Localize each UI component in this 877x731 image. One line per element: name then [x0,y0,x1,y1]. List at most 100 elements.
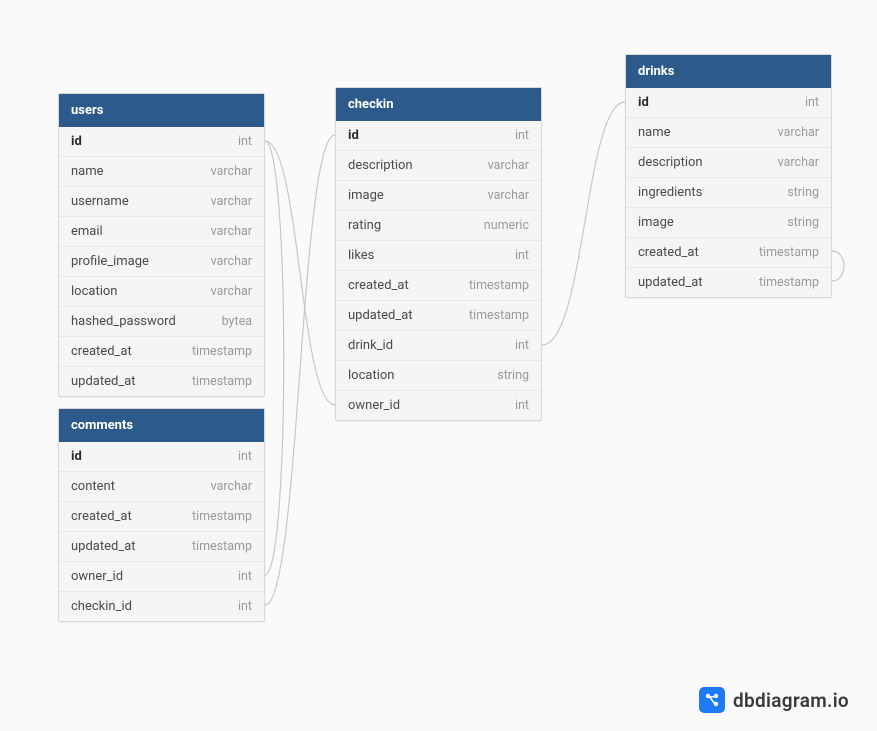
column-type: int [238,449,252,464]
column-type: varchar [211,479,252,494]
table-row[interactable]: updated_attimestamp [626,267,831,297]
column-name: updated_at [71,374,136,389]
column-type: varchar [211,254,252,269]
column-type: varchar [778,155,819,170]
column-type: bytea [222,314,252,329]
table-row[interactable]: image varchar [336,180,541,210]
column-type: int [805,95,819,110]
column-type: varchar [211,194,252,209]
table-body-drinks: idint name varchar description varchar ingred… [626,88,831,297]
column-name: location [71,284,117,299]
table-row[interactable]: rating numeric [336,210,541,240]
column-type: numeric [484,218,529,233]
column-name: profile_image [71,254,149,269]
column-name: image [638,215,674,230]
dbdiagram-logo-icon [699,687,725,713]
table-row[interactable]: description varchar [626,147,831,177]
table-users[interactable]: users idintnamevarcharusernamevarcharema… [58,93,265,397]
column-name: created_at [348,278,409,293]
table-row[interactable]: created_at timestamp [626,237,831,267]
table-drinks[interactable]: drinks idint name varchar description varcha… [625,54,832,298]
column-type: varchar [778,125,819,140]
watermark: dbdiagram.io [699,687,849,713]
table-header-comments: comments [59,409,264,442]
column-type: varchar [211,224,252,239]
column-type: timestamp [469,308,529,323]
table-row[interactable]: idint [59,127,264,156]
column-name: likes [348,248,374,263]
table-checkin[interactable]: checkin id int description varchar image varc… [335,87,542,421]
column-type: string [787,215,819,230]
table-row[interactable]: checkin_idint [59,591,264,621]
column-name: username [71,194,129,209]
table-row[interactable]: ingredientsstring [626,177,831,207]
column-name: name [71,164,104,179]
column-type: varchar [488,188,529,203]
column-type: int [515,128,529,143]
table-header-users: users [59,94,264,127]
table-row[interactable]: updated_attimestamp [59,531,264,561]
column-name: name [638,125,671,140]
table-comments[interactable]: comments id int content varchar created_at ti… [58,408,265,622]
table-row[interactable]: updated_at timestamp [336,300,541,330]
table-row[interactable]: hashed_password bytea [59,306,264,336]
table-row[interactable]: owner_id int [336,390,541,420]
column-type: int [238,569,252,584]
column-name: description [348,158,413,173]
column-name: description [638,155,703,170]
table-row[interactable]: owner_id int [59,561,264,591]
table-row[interactable]: id int [336,121,541,150]
table-row[interactable]: created_attimestamp [59,336,264,366]
table-header-checkin: checkin [336,88,541,121]
column-type: varchar [211,284,252,299]
table-row[interactable]: profile_image varchar [59,246,264,276]
column-name: checkin_id [71,599,132,614]
table-row[interactable]: username varchar [59,186,264,216]
table-row[interactable]: drink_id int [336,330,541,360]
table-row[interactable]: description varchar [336,150,541,180]
column-name: ingredients [638,185,702,200]
column-name: updated_at [638,275,703,290]
table-header-drinks: drinks [626,55,831,88]
table-row[interactable]: name varchar [59,156,264,186]
column-name: updated_at [71,539,136,554]
table-row[interactable]: image string [626,207,831,237]
column-type: timestamp [192,344,252,359]
column-name: location [348,368,394,383]
column-name: email [71,224,103,239]
table-row[interactable]: email varchar [59,216,264,246]
table-row[interactable]: content varchar [59,471,264,501]
column-type: timestamp [759,245,819,260]
table-body-users: idint name varchar username varchar email varc… [59,127,264,396]
table-row[interactable]: created_at timestamp [336,270,541,300]
column-name: owner_id [348,398,400,413]
column-name: created_at [638,245,699,260]
column-name: owner_id [71,569,123,584]
column-name: updated_at [348,308,413,323]
table-row[interactable]: id int [59,442,264,471]
column-name: hashed_password [71,314,176,329]
column-type: varchar [488,158,529,173]
column-type: int [515,338,529,353]
column-type: timestamp [192,509,252,524]
column-name: drink_id [348,338,393,353]
table-row[interactable]: idint [626,88,831,117]
table-row[interactable]: updated_attimestamp [59,366,264,396]
column-name: id [348,128,359,143]
column-type: string [497,368,529,383]
column-type: int [515,398,529,413]
column-name: id [71,449,82,464]
table-row[interactable]: name varchar [626,117,831,147]
column-type: timestamp [469,278,529,293]
table-row[interactable]: created_at timestamp [59,501,264,531]
column-name: rating [348,218,381,233]
column-name: created_at [71,509,132,524]
column-name: image [348,188,384,203]
table-row[interactable]: location string [336,360,541,390]
table-row[interactable]: location varchar [59,276,264,306]
column-name: id [71,134,82,149]
table-body-comments: id int content varchar created_at timestamp up… [59,442,264,621]
table-row[interactable]: likesint [336,240,541,270]
column-name: content [71,479,115,494]
column-type: varchar [211,164,252,179]
